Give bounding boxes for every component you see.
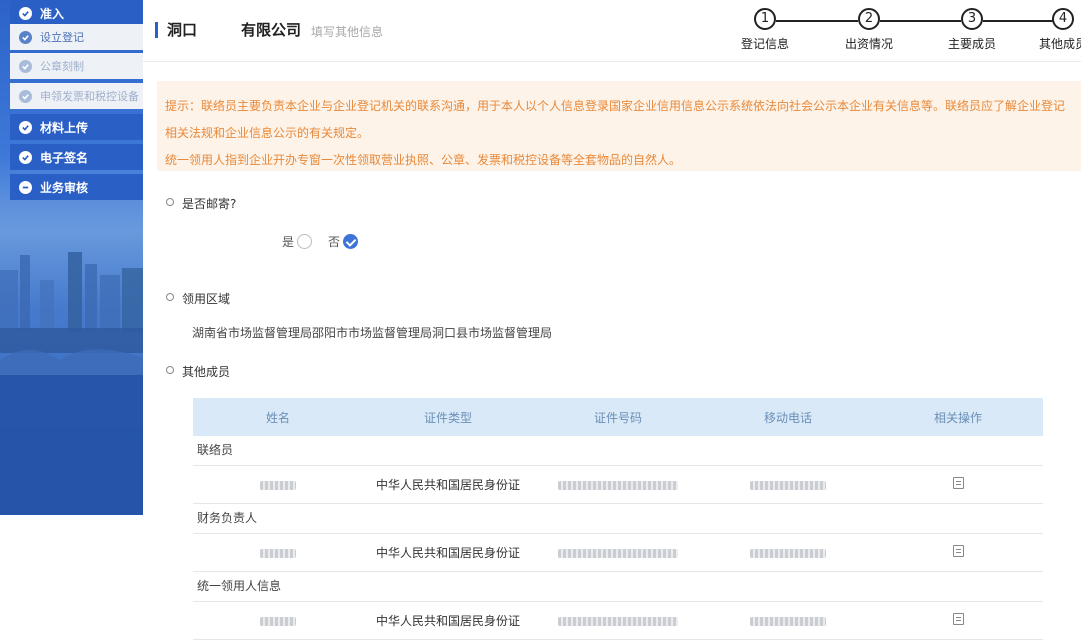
group-label-finance: 财务负责人 [193, 504, 1043, 534]
step-number: 1 [754, 8, 776, 30]
sidebar-item-establishment[interactable]: 设立登记 [10, 24, 143, 50]
group-label-collector: 统一领用人信息 [193, 572, 1043, 602]
id-number-cell-redacted [533, 546, 703, 560]
check-icon [19, 150, 32, 164]
sidebar-item-upload[interactable]: 材料上传 [10, 114, 143, 140]
step-3[interactable]: 3 主要成员 [942, 8, 1002, 52]
sidebar-item-invoice[interactable]: 申领发票和税控设备 [10, 83, 143, 109]
company-name-suffix: 有限公司 [241, 21, 302, 39]
sidebar-item-label: 设立登记 [40, 31, 84, 44]
area-section-title: 领用区域 [182, 292, 231, 306]
table-header: 姓名 证件类型 证件号码 移动电话 相关操作 [193, 398, 1043, 436]
id-number-cell-redacted [533, 614, 703, 628]
sidebar-item-admission[interactable]: 准入 [10, 0, 143, 26]
step-label: 主要成员 [947, 37, 996, 51]
progress-steps: 1 登记信息 2 出资情况 3 主要成员 4 其他成员 [733, 8, 1081, 58]
sidebar-item-seal[interactable]: 公章刻制 [10, 53, 143, 79]
minus-icon [19, 180, 32, 194]
sidebar-item-label: 申领发票和税控设备 [40, 90, 139, 103]
phone-cell-redacted [703, 546, 873, 560]
id-type-cell: 中华人民共和国居民身份证 [375, 546, 520, 560]
edit-button[interactable] [873, 613, 1043, 628]
step-label: 其他成员 [1038, 37, 1081, 51]
step-4[interactable]: 4 其他成员 [1033, 8, 1081, 52]
members-table: 姓名 证件类型 证件号码 移动电话 相关操作 联络员 中华人民共和国居民身份证 … [193, 398, 1043, 640]
phone-cell-redacted [703, 478, 873, 492]
radio-yes[interactable] [297, 234, 313, 249]
section-bullet [166, 198, 174, 206]
column-header-phone: 移动电话 [763, 410, 812, 425]
column-header-id-number: 证件号码 [593, 410, 642, 425]
column-header-actions: 相关操作 [933, 410, 982, 425]
radio-yes-label: 是 [282, 235, 295, 249]
name-cell-redacted [193, 614, 363, 628]
step-label: 登记信息 [740, 37, 789, 51]
check-icon [19, 59, 32, 73]
step-2[interactable]: 2 出资情况 [839, 8, 899, 52]
group-label-liaison: 联络员 [193, 436, 1043, 466]
sidebar-item-signature[interactable]: 电子签名 [10, 144, 143, 170]
table-row: 中华人民共和国居民身份证 [193, 602, 1043, 640]
edit-button[interactable] [873, 477, 1043, 492]
phone-cell-redacted [703, 614, 873, 628]
city-skyline-image [0, 200, 143, 515]
id-type-cell: 中华人民共和国居民身份证 [375, 478, 520, 492]
sidebar-item-review[interactable]: 业务审核 [10, 174, 143, 200]
title-accent-bar [155, 22, 158, 38]
page-header: 洞口 有限公司 填写其他信息 1 登记信息 2 出资情况 3 主要成员 4 其他成… [143, 0, 1081, 62]
id-number-cell-redacted [533, 478, 703, 492]
mail-section-title: 是否邮寄? [182, 197, 237, 211]
members-section-title: 其他成员 [182, 365, 231, 379]
document-icon [952, 545, 964, 557]
company-name-prefix: 洞口 [167, 21, 198, 39]
column-header-name: 姓名 [265, 410, 290, 425]
check-icon [19, 89, 32, 103]
page-title: 洞口 有限公司 [167, 19, 301, 40]
document-icon [952, 613, 964, 625]
sidebar-item-label: 准入 [40, 6, 65, 21]
name-cell-redacted [193, 478, 363, 492]
table-row: 中华人民共和国居民身份证 [193, 534, 1043, 572]
page-subtitle: 填写其他信息 [311, 25, 384, 39]
sidebar-item-label: 业务审核 [40, 180, 89, 195]
notice-line-2: 统一领用人指到企业开办专窗一次性领取营业执照、公章、发票和税控设备等全套物品的自… [165, 153, 682, 167]
step-number: 2 [858, 8, 880, 30]
table-row: 中华人民共和国居民身份证 [193, 466, 1043, 504]
notice-banner: 提示：联络员主要负责本企业与企业登记机关的联系沟通，用于本人以个人信息登录国家企… [157, 81, 1081, 171]
sidebar-item-label: 公章刻制 [40, 60, 84, 73]
sidebar: 准入 设立登记 公章刻制 申领发票和税控设备 材料上传 电子签名 业务审核 [0, 0, 143, 515]
radio-no-label: 否 [328, 235, 341, 249]
mail-radio-group: 是 否 [282, 233, 359, 250]
document-icon [952, 477, 964, 489]
section-bullet [166, 293, 174, 301]
column-header-id-type: 证件类型 [423, 410, 472, 425]
check-icon [19, 30, 32, 44]
step-number: 3 [961, 8, 983, 30]
name-cell-redacted [193, 546, 363, 560]
radio-no[interactable] [343, 234, 359, 249]
notice-line-1: 提示：联络员主要负责本企业与企业登记机关的联系沟通，用于本人以个人信息登录国家企… [165, 99, 1066, 140]
check-icon [19, 120, 32, 134]
edit-button[interactable] [873, 545, 1043, 560]
sidebar-item-label: 材料上传 [40, 120, 89, 135]
check-icon [19, 6, 32, 20]
id-type-cell: 中华人民共和国居民身份证 [375, 614, 520, 628]
sidebar-item-label: 电子签名 [40, 150, 89, 165]
area-value: 湖南省市场监督管理局邵阳市市场监督管理局洞口县市场监督管理局 [192, 326, 553, 340]
step-label: 出资情况 [844, 37, 893, 51]
step-number: 4 [1052, 8, 1074, 30]
section-bullet [166, 366, 174, 374]
step-1[interactable]: 1 登记信息 [735, 8, 795, 52]
